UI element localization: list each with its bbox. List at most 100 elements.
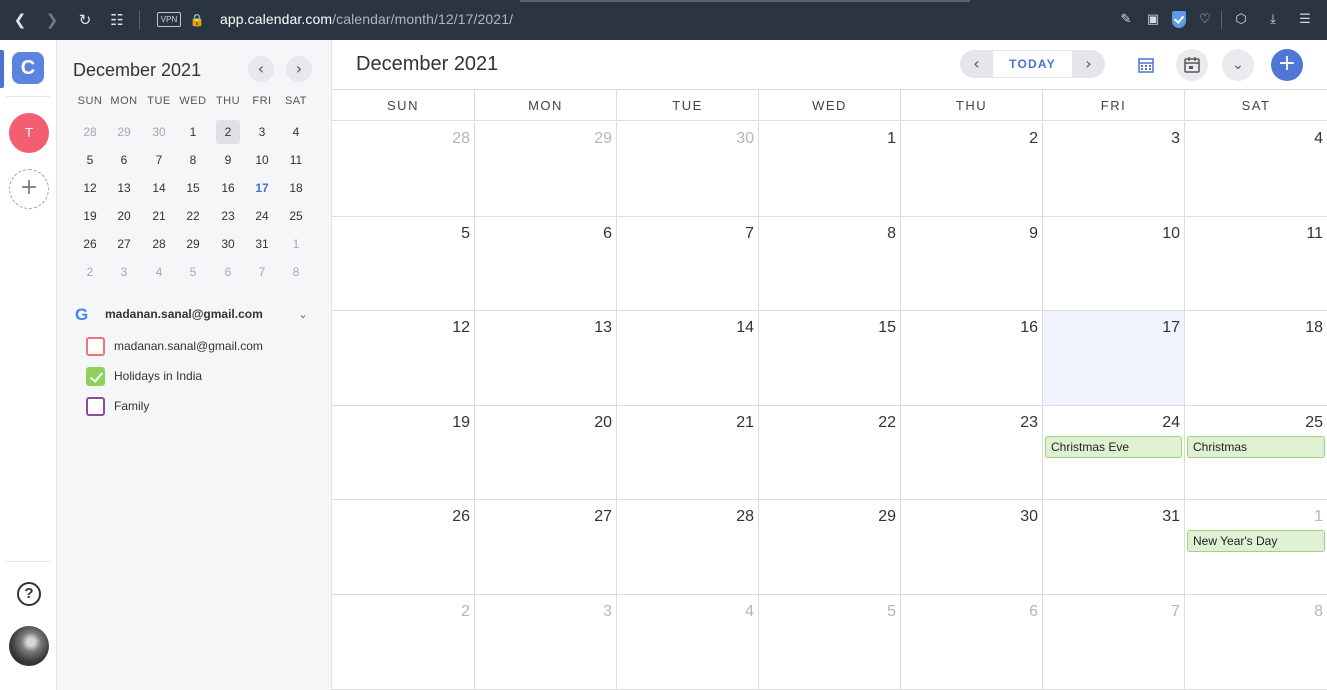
day-cell[interactable]: 3: [1042, 122, 1184, 217]
calendar-logo-icon[interactable]: C: [12, 52, 44, 84]
day-cell[interactable]: 16: [900, 311, 1042, 406]
mini-calendar-day[interactable]: 5: [78, 148, 102, 172]
mini-calendar-day[interactable]: 29: [181, 232, 205, 256]
chevron-down-icon[interactable]: ⌄: [295, 305, 311, 325]
adblock-shield-icon[interactable]: [1172, 11, 1186, 28]
mini-calendar-day[interactable]: 28: [147, 232, 171, 256]
event-chip[interactable]: New Year's Day: [1187, 530, 1325, 553]
mini-calendar-day[interactable]: 6: [112, 148, 136, 172]
mini-calendar-day[interactable]: 25: [284, 204, 308, 228]
mini-calendar-day[interactable]: 17: [250, 176, 274, 200]
day-cell[interactable]: 1 New Year's Day: [1184, 500, 1327, 595]
google-account-row[interactable]: G madanan.sanal@gmail.com ⌄: [75, 305, 315, 325]
mini-calendar-day[interactable]: 14: [147, 176, 171, 200]
next-month-button[interactable]: ›: [1072, 50, 1105, 78]
calendar-toggle[interactable]: Holidays in India: [86, 367, 316, 387]
day-cell[interactable]: 11: [1184, 216, 1327, 312]
calendar-checkbox[interactable]: [86, 397, 105, 416]
event-chip[interactable]: Christmas Eve: [1045, 435, 1182, 458]
day-cell[interactable]: 18: [1184, 311, 1327, 406]
mini-calendar-day[interactable]: 4: [284, 120, 308, 144]
day-cell[interactable]: 29: [474, 122, 616, 217]
calendar-toggle[interactable]: madanan.sanal@gmail.com: [86, 337, 316, 357]
mini-calendar-day[interactable]: 31: [250, 232, 274, 256]
mini-calendar-day[interactable]: 20: [112, 204, 136, 228]
mini-calendar-day[interactable]: 7: [147, 148, 171, 172]
day-cell[interactable]: 1: [758, 122, 900, 217]
mini-calendar-day[interactable]: 22: [181, 204, 205, 228]
day-cell[interactable]: 13: [474, 311, 616, 406]
day-cell[interactable]: 7: [1042, 595, 1184, 690]
day-cell[interactable]: 10: [1042, 216, 1184, 312]
day-cell[interactable]: 31: [1042, 500, 1184, 595]
reload-icon[interactable]: ↻: [75, 10, 95, 30]
mini-calendar-day[interactable]: 23: [216, 204, 240, 228]
mini-calendar-day[interactable]: 12: [78, 176, 102, 200]
day-cell[interactable]: 17: [1042, 311, 1184, 406]
day-cell[interactable]: 8: [758, 216, 900, 312]
day-cell[interactable]: 2: [900, 122, 1042, 217]
mini-calendar-day[interactable]: 7: [250, 260, 274, 284]
calendar-toggle[interactable]: Family: [86, 397, 316, 417]
add-event-button[interactable]: +: [1271, 49, 1303, 81]
mini-calendar-day[interactable]: 16: [216, 176, 240, 200]
mini-calendar-day[interactable]: 8: [181, 148, 205, 172]
day-cell[interactable]: 26: [332, 500, 474, 595]
calendar-checkbox[interactable]: [86, 337, 105, 356]
mini-calendar-day[interactable]: 1: [284, 232, 308, 256]
day-cell[interactable]: 4: [616, 595, 758, 690]
day-cell[interactable]: 9: [900, 216, 1042, 312]
day-cell[interactable]: 23: [900, 405, 1042, 501]
day-cell[interactable]: 4: [1184, 122, 1327, 217]
day-cell[interactable]: 5: [758, 595, 900, 690]
mini-calendar-day[interactable]: 8: [284, 260, 308, 284]
share-icon[interactable]: ✎: [1116, 10, 1136, 30]
mini-calendar-day[interactable]: 10: [250, 148, 274, 172]
heart-icon[interactable]: ♡: [1195, 10, 1215, 30]
mini-calendar-day[interactable]: 3: [112, 260, 136, 284]
day-cell[interactable]: 19: [332, 406, 474, 501]
day-cell[interactable]: 27: [474, 500, 616, 595]
user-avatar[interactable]: [9, 626, 49, 666]
mini-calendar-day[interactable]: 6: [216, 260, 240, 284]
day-cell[interactable]: 15: [758, 311, 900, 406]
day-cell[interactable]: 28: [332, 122, 474, 217]
mini-calendar-day[interactable]: 19: [78, 204, 102, 228]
day-cell[interactable]: 6: [474, 216, 616, 312]
mini-calendar-day[interactable]: 24: [250, 204, 274, 228]
box-icon[interactable]: ⬡: [1231, 10, 1251, 30]
mini-calendar-day[interactable]: 29: [112, 120, 136, 144]
day-cell[interactable]: 28: [616, 500, 758, 595]
mini-calendar-day[interactable]: 5: [181, 260, 205, 284]
day-cell[interactable]: 21: [616, 405, 758, 501]
day-cell[interactable]: 14: [616, 311, 758, 406]
mini-calendar-day[interactable]: 21: [147, 204, 171, 228]
tabs-grid-icon[interactable]: ☷: [107, 10, 127, 30]
mini-calendar-day[interactable]: 4: [147, 260, 171, 284]
mini-calendar-day[interactable]: 18: [284, 176, 308, 200]
mini-calendar-day[interactable]: 27: [112, 232, 136, 256]
vpn-badge[interactable]: VPN: [157, 12, 181, 27]
mini-calendar-day[interactable]: 3: [250, 120, 274, 144]
mini-calendar-day[interactable]: 15: [181, 176, 205, 200]
mini-calendar-day[interactable]: 2: [216, 120, 240, 144]
address-bar[interactable]: app.calendar.com/calendar/month/12/17/20…: [220, 11, 513, 27]
add-workspace-button[interactable]: +: [9, 169, 49, 209]
day-cell[interactable]: 3: [474, 595, 616, 690]
forward-icon[interactable]: ❯: [42, 10, 62, 30]
day-cell[interactable]: 7: [616, 216, 758, 312]
prev-month-button[interactable]: ‹: [960, 50, 993, 78]
day-cell[interactable]: 30: [616, 122, 758, 217]
mini-calendar-day[interactable]: 1: [181, 120, 205, 144]
mini-calendar-day[interactable]: 2: [78, 260, 102, 284]
day-cell[interactable]: 24 Christmas Eve: [1042, 405, 1184, 501]
day-cell[interactable]: 25 Christmas: [1184, 405, 1327, 501]
chevron-down-icon[interactable]: ⌄: [1222, 49, 1254, 81]
mini-prev-month-button[interactable]: ‹: [248, 56, 274, 82]
camera-icon[interactable]: ▣: [1143, 10, 1163, 30]
menu-icon[interactable]: ☰: [1295, 10, 1315, 30]
mini-calendar-day[interactable]: 30: [147, 120, 171, 144]
day-cell[interactable]: 22: [758, 405, 900, 501]
back-icon[interactable]: ❮: [10, 10, 30, 30]
day-cell[interactable]: 12: [332, 311, 474, 406]
